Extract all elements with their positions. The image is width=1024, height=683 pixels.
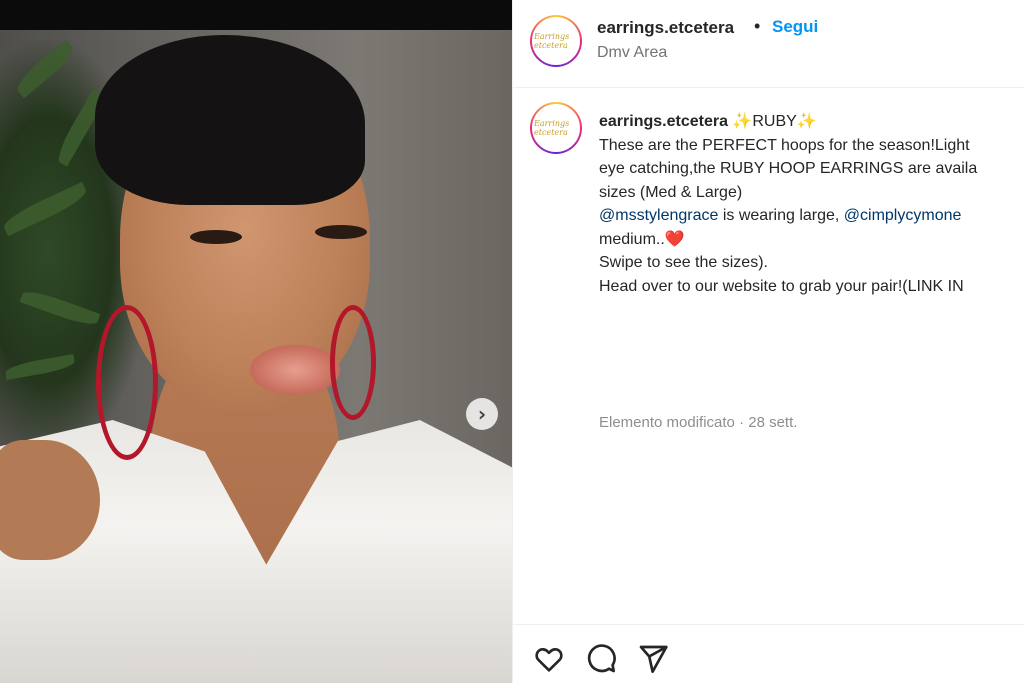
caption-avatar[interactable]: Earrings etcetera: [530, 102, 582, 154]
mention-link[interactable]: @cimplycymone: [844, 207, 962, 224]
photo-hoop-earring-left: [96, 305, 158, 460]
caption-line: sizes (Med & Large): [599, 183, 743, 201]
photo-top-bar: [0, 0, 512, 30]
photo-hoop-earring-right: [330, 305, 376, 420]
caption-line: eye catching,the RUBY HOOP EARRINGS are …: [599, 160, 978, 177]
avatar-logo-text: Earrings etcetera: [534, 32, 570, 50]
chevron-right-icon: ›: [477, 402, 487, 426]
comment-icon[interactable]: [585, 643, 617, 675]
next-image-button[interactable]: ›: [466, 398, 498, 430]
send-icon[interactable]: [637, 643, 669, 675]
caption-text-segment: is wearing large,: [718, 207, 844, 224]
separator-dot: •: [754, 16, 761, 36]
mention-link[interactable]: @msstylengrace: [599, 207, 718, 224]
caption-line: These are the PERFECT hoops for the seas…: [599, 136, 970, 154]
photo-eye-right: [315, 225, 367, 239]
photo-eye-left: [190, 230, 242, 244]
edited-timestamp: Elemento modificato · 28 sett.: [599, 414, 798, 431]
photo-hair: [95, 35, 365, 205]
location-link[interactable]: Dmv Area: [597, 44, 667, 62]
caption-username-link[interactable]: earrings.etcetera: [599, 113, 728, 130]
caption-line: Head over to our website to grab your pa…: [599, 277, 964, 295]
caption-line: Swipe to see the sizes).: [599, 254, 768, 271]
post-header: Earrings etcetera earrings.etcetera • Se…: [513, 0, 1024, 88]
post-photo[interactable]: ›: [0, 0, 512, 683]
avatar-logo-text: Earrings etcetera: [534, 119, 570, 137]
caption-text: earrings.etcetera ✨RUBY✨ These are the P…: [599, 110, 1024, 298]
follow-button[interactable]: Segui: [772, 17, 818, 37]
heart-emoji-icon: ❤️: [664, 230, 685, 248]
heart-outline-icon[interactable]: [533, 643, 565, 675]
caption-text-segment: medium..: [599, 230, 665, 248]
action-bar: [513, 624, 1024, 683]
username-link[interactable]: earrings.etcetera: [597, 18, 734, 38]
avatar[interactable]: Earrings etcetera: [530, 15, 582, 67]
post-side-panel: Earrings etcetera earrings.etcetera • Se…: [512, 0, 1024, 683]
photo-lips: [250, 345, 340, 395]
caption-line: ✨RUBY✨: [727, 113, 817, 130]
